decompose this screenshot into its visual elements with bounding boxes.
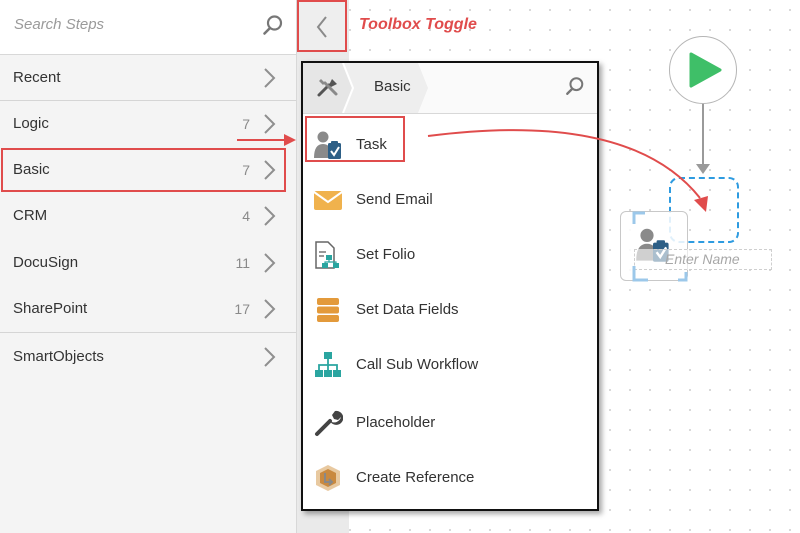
step-call-sub-workflow[interactable]: Call Sub Workflow bbox=[303, 340, 597, 390]
search-icon[interactable] bbox=[262, 14, 284, 36]
chevron-left-icon bbox=[316, 16, 327, 38]
search-icon[interactable] bbox=[565, 76, 585, 96]
set-folio-icon bbox=[315, 241, 339, 269]
basic-category-highlight bbox=[1, 148, 286, 192]
search-steps-box[interactable]: Search Steps bbox=[0, 0, 296, 55]
category-label: Recent bbox=[13, 69, 61, 86]
step-send-email[interactable]: Send Email bbox=[303, 175, 597, 225]
chevron-right-icon bbox=[264, 114, 276, 134]
step-label: Call Sub Workflow bbox=[356, 356, 479, 373]
category-smartobjects[interactable]: SmartObjects bbox=[0, 334, 296, 380]
category-count: 4 bbox=[242, 208, 250, 224]
chevron-right-icon bbox=[264, 347, 276, 367]
step-set-folio[interactable]: Set Folio bbox=[303, 230, 597, 280]
step-label: Set Data Fields bbox=[356, 301, 459, 318]
category-label: CRM bbox=[13, 207, 48, 224]
category-count: 11 bbox=[235, 255, 250, 271]
chevron-right-icon bbox=[264, 299, 276, 319]
chevron-right-icon bbox=[264, 253, 276, 273]
create-reference-icon bbox=[316, 465, 340, 491]
chevron-right-icon bbox=[264, 68, 276, 88]
step-label: Send Email bbox=[356, 191, 433, 208]
toolbox-category-panel: Search Steps Recent Logic 7 Basic 7 CRM … bbox=[0, 0, 297, 533]
step-placeholder[interactable]: Placeholder bbox=[303, 398, 597, 448]
breadcrumb-basic[interactable]: Basic bbox=[374, 78, 411, 95]
step-name-placeholder: Enter Name bbox=[665, 251, 740, 267]
category-sharepoint[interactable]: SharePoint 17 bbox=[0, 286, 296, 332]
step-name-field[interactable]: Enter Name bbox=[634, 249, 772, 270]
category-count: 17 bbox=[234, 301, 250, 317]
category-crm[interactable]: CRM 4 bbox=[0, 193, 296, 239]
category-label: SmartObjects bbox=[13, 348, 104, 365]
data-fields-icon bbox=[317, 298, 339, 322]
step-label: Placeholder bbox=[356, 414, 436, 431]
category-count: 7 bbox=[242, 116, 250, 132]
start-node[interactable] bbox=[669, 36, 737, 104]
chevron-right-icon bbox=[264, 206, 276, 226]
step-label: Create Reference bbox=[356, 469, 475, 486]
category-docusign[interactable]: DocuSign 11 bbox=[0, 240, 296, 286]
wrench-icon bbox=[315, 410, 343, 436]
sub-workflow-icon bbox=[315, 352, 341, 377]
search-input[interactable]: Search Steps bbox=[14, 16, 104, 33]
step-label: Set Folio bbox=[356, 246, 416, 263]
step-create-reference[interactable]: Create Reference bbox=[303, 453, 597, 503]
task-step-highlight bbox=[305, 116, 405, 162]
toolbox-toggle-annotation: Toolbox Toggle bbox=[359, 16, 477, 33]
workflow-connector bbox=[702, 104, 704, 166]
email-icon bbox=[313, 191, 343, 210]
dragged-task-step[interactable] bbox=[620, 211, 688, 281]
play-icon bbox=[689, 52, 722, 88]
category-label: SharePoint bbox=[13, 300, 88, 317]
steps-panel-header: Basic bbox=[303, 63, 597, 114]
toolbox-tools-icon[interactable] bbox=[316, 75, 340, 99]
category-recent[interactable]: Recent bbox=[0, 55, 296, 101]
category-label: DocuSign bbox=[13, 254, 79, 271]
category-logic[interactable]: Logic 7 bbox=[0, 101, 296, 147]
divider bbox=[0, 332, 296, 333]
step-set-data-fields[interactable]: Set Data Fields bbox=[303, 285, 597, 335]
toolbox-toggle-button[interactable] bbox=[297, 0, 347, 52]
category-label: Logic bbox=[13, 115, 49, 132]
